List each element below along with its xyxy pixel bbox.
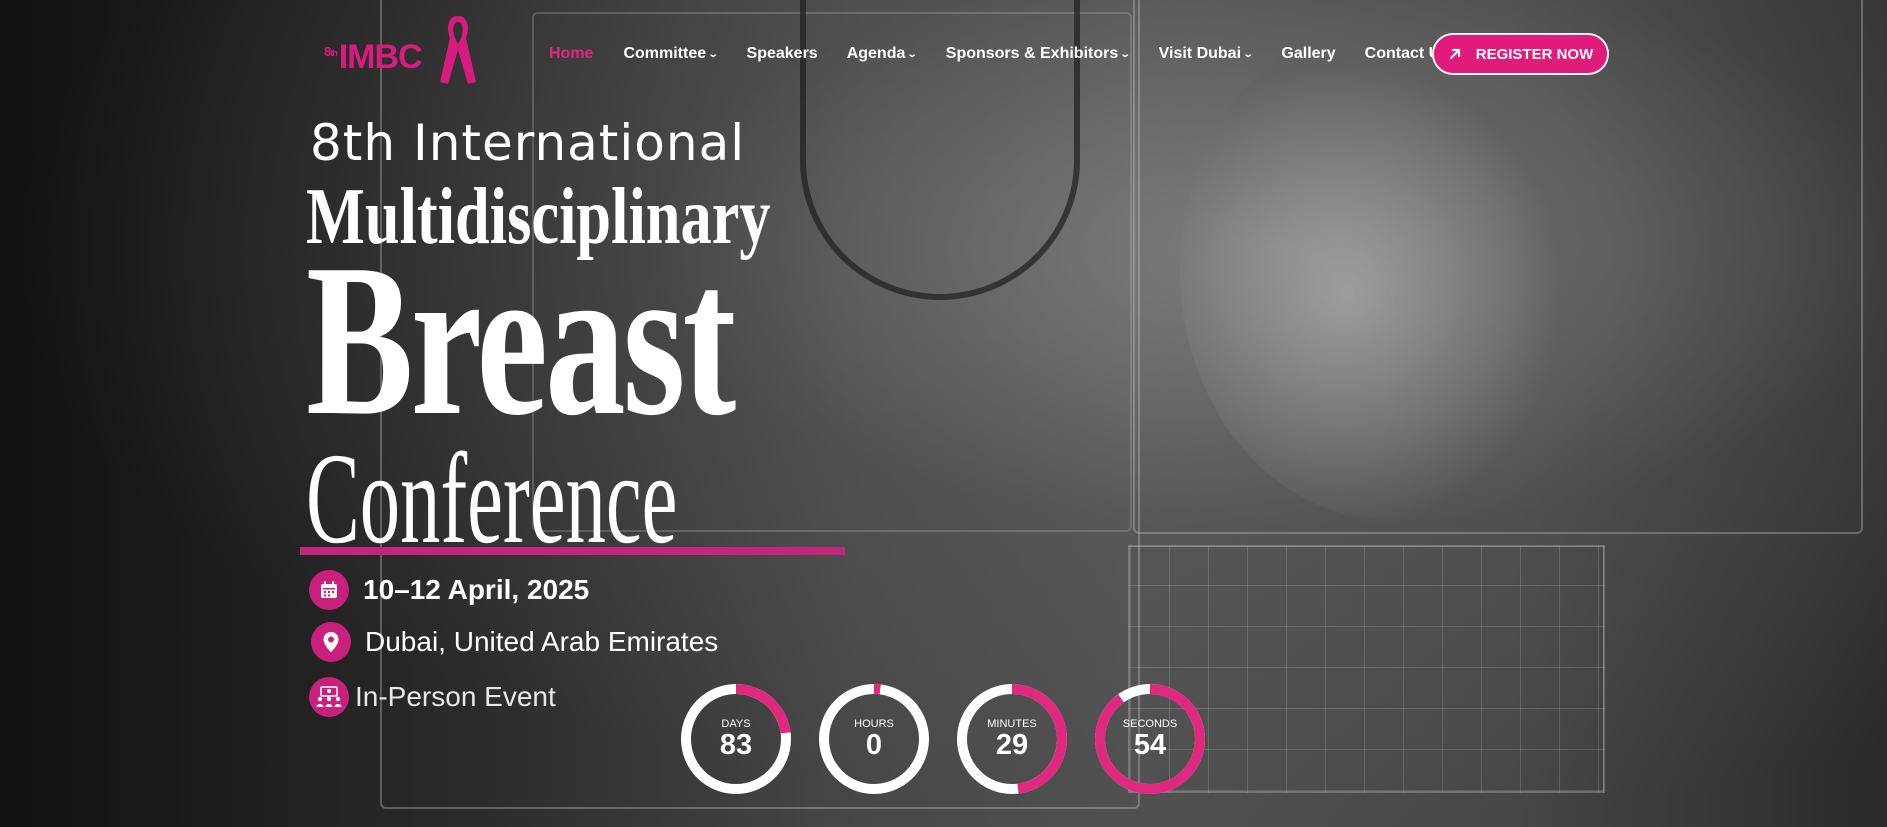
breast-anatomy-illustration — [1180, 20, 1600, 520]
calendar-icon — [309, 570, 349, 610]
event-type-row: In-Person Event — [309, 677, 556, 717]
nav-item-speakers[interactable]: Speakers — [747, 45, 818, 63]
chevron-down-icon: ⌄ — [1119, 48, 1131, 60]
countdown-minutes-value: 29 — [995, 729, 1029, 761]
chevron-down-icon: ⌄ — [707, 48, 719, 60]
event-type: In-Person Event — [355, 681, 556, 712]
nav-item-sponsors-exhibitors[interactable]: Sponsors & Exhibitors ⌄ — [946, 45, 1131, 63]
countdown-days: DAYS 83 — [680, 683, 792, 795]
nav-item-home[interactable]: Home — [549, 45, 593, 63]
countdown-timer: DAYS 83 HOURS 0 MINUTES 29 SECONDS 54 — [680, 683, 1206, 795]
title-underline — [300, 547, 845, 555]
register-now-button[interactable]: REGISTER NOW — [1432, 33, 1609, 75]
countdown-minutes: MINUTES 29 — [956, 683, 1068, 795]
pink-ribbon-icon — [440, 16, 476, 84]
people-group-icon — [309, 677, 349, 717]
arrow-up-right-icon — [1449, 48, 1460, 60]
countdown-hours-value: 0 — [865, 729, 883, 761]
nav-item-gallery[interactable]: Gallery — [1281, 45, 1335, 63]
countdown-days-value: 83 — [719, 729, 753, 761]
countdown-seconds: SECONDS 54 — [1094, 683, 1206, 795]
site-logo[interactable]: 8thIMBC — [322, 12, 482, 86]
nav-item-committee[interactable]: Committee ⌄ — [623, 45, 719, 63]
event-date: 10–12 April, 2025 — [363, 574, 590, 605]
event-location-row: Dubai, United Arab Emirates — [311, 622, 718, 662]
logo-text: 8thIMBC — [324, 38, 423, 76]
chevron-down-icon: ⌄ — [1242, 48, 1254, 60]
nav-item-visit-dubai[interactable]: Visit Dubai ⌄ — [1159, 45, 1254, 63]
register-now-label: REGISTER NOW — [1475, 45, 1594, 63]
event-location: Dubai, United Arab Emirates — [365, 626, 719, 657]
title-line-conference: Conference — [306, 427, 678, 571]
main-navigation: Home Committee ⌄ Speakers Agenda ⌄ Sponsor… — [549, 42, 1449, 66]
countdown-seconds-value: 54 — [1133, 729, 1167, 761]
map-pin-icon — [311, 622, 351, 662]
title-line-international: 8th International — [310, 114, 746, 172]
event-date-row: 10–12 April, 2025 — [309, 570, 589, 610]
chevron-down-icon: ⌄ — [907, 48, 919, 60]
title-line-breast: Breast — [306, 220, 736, 461]
countdown-hours: HOURS 0 — [818, 683, 930, 795]
nav-item-agenda[interactable]: Agenda ⌄ — [847, 45, 919, 63]
